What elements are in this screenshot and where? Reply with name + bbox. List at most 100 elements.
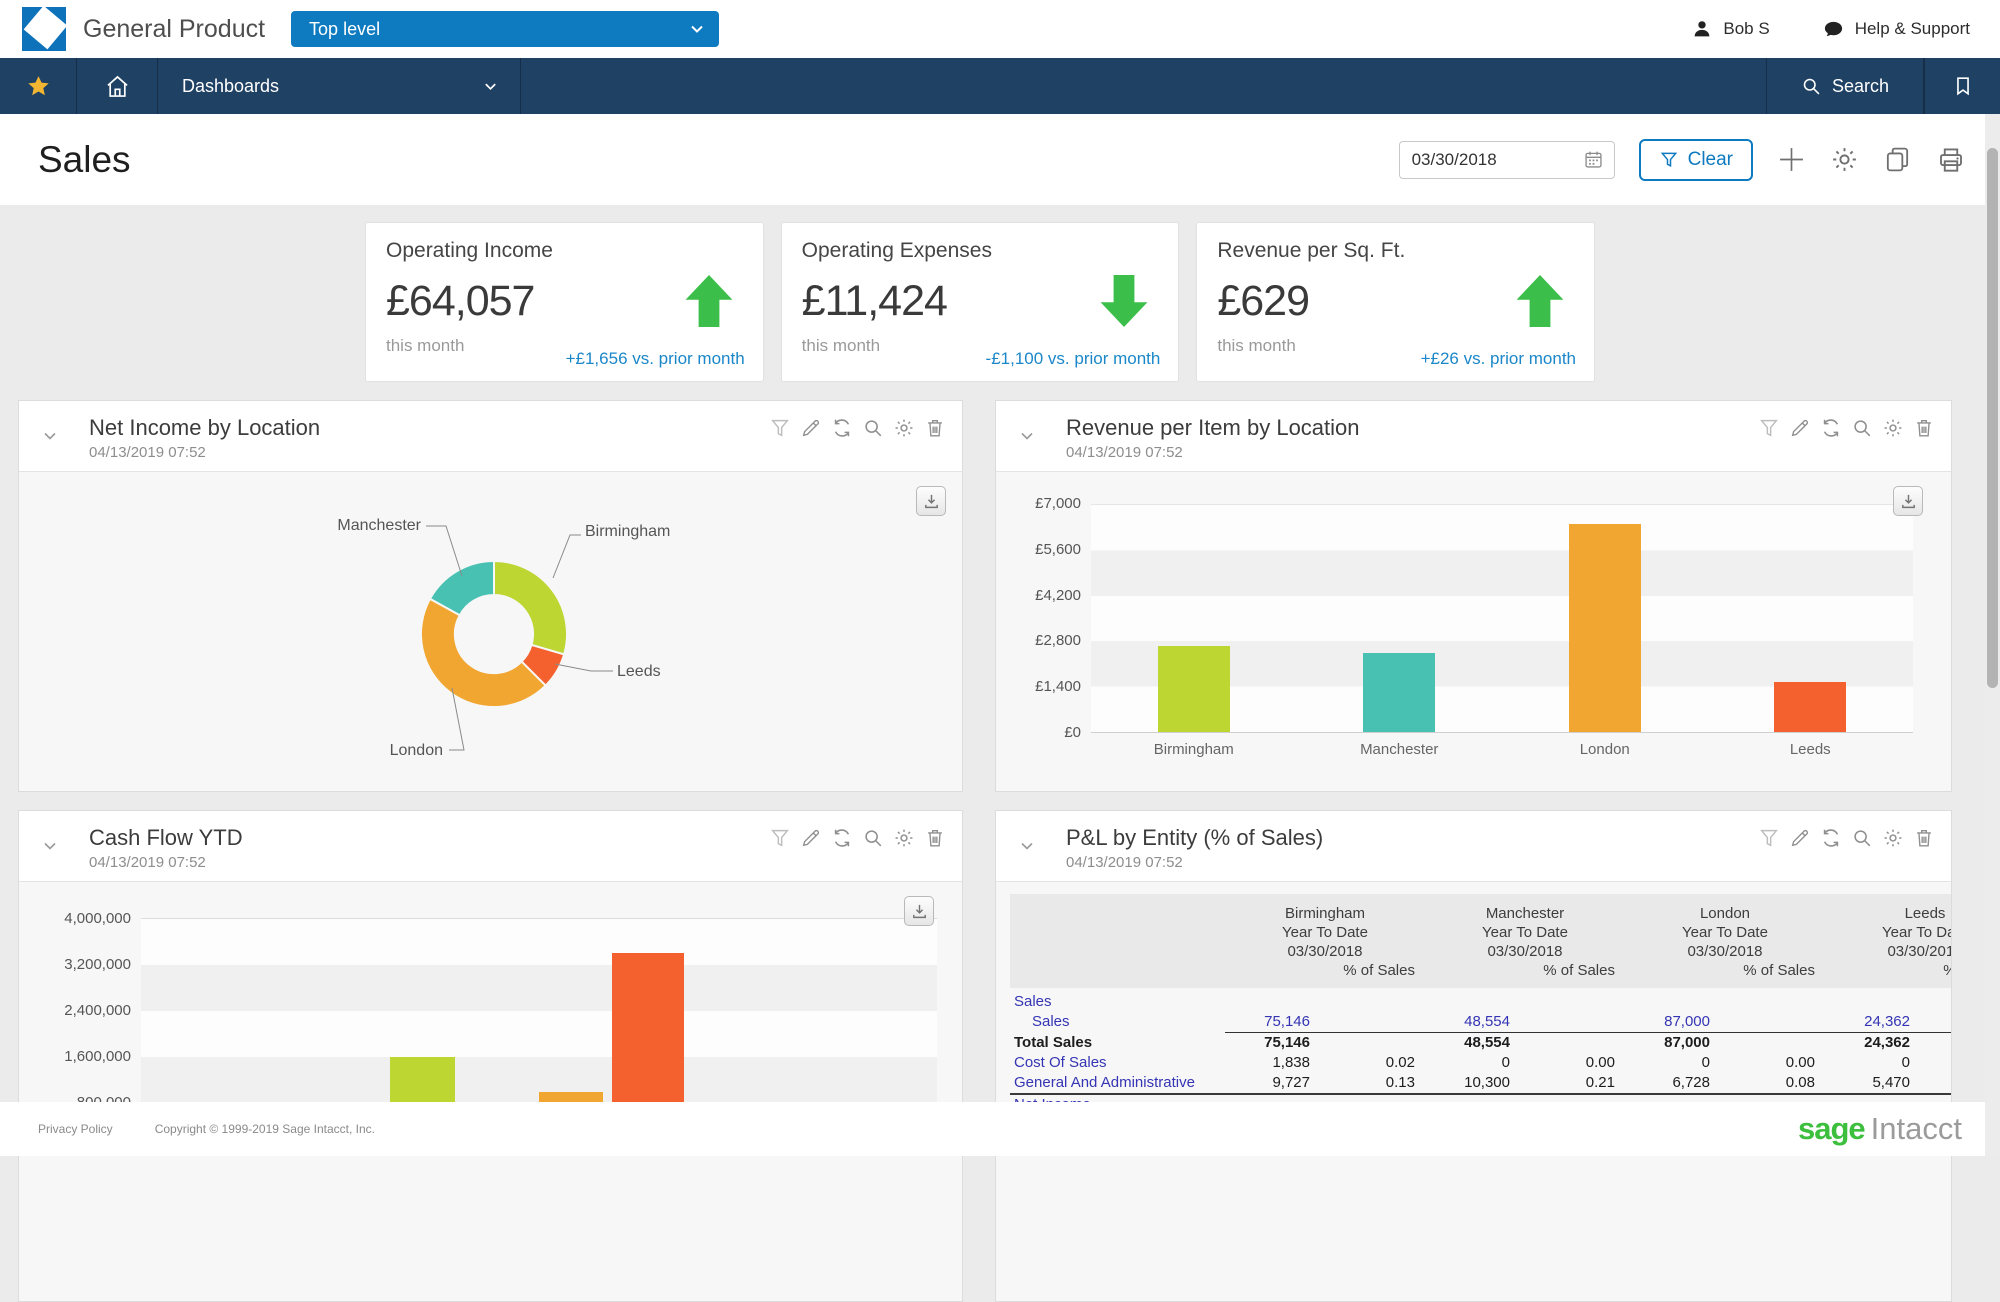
panel-settings-icon[interactable] [893,827,915,849]
panel-refresh-icon[interactable] [1820,827,1842,849]
home-button[interactable] [77,58,158,114]
intacct-logo-text: Intacct [1870,1111,1962,1146]
date-filter-field[interactable] [1398,140,1615,179]
pnl-column-group-leeds: LeedsYear To Date03/30/2018% of Sales [1882,905,1951,979]
pnl-account-link[interactable]: Cost Of Sales [1010,1053,1225,1073]
pnl-cell [1720,1033,1825,1053]
pnl-cell: 0 [1701,1054,1710,1071]
download-button[interactable] [904,896,934,926]
y-tick-label: £2,800 [1035,632,1081,650]
star-icon [26,74,51,99]
panel-delete-icon[interactable] [924,417,946,439]
pnl-cell [1320,1033,1425,1053]
collapse-chevron-icon[interactable] [1018,837,1036,855]
panel-refresh-icon[interactable] [831,827,853,849]
bar-manchester[interactable] [1363,652,1436,732]
print-button[interactable] [1936,145,1966,175]
help-support[interactable]: Help & Support [1822,18,1970,41]
copyright-text: Copyright © 1999-2019 Sage Intacct, Inc. [154,1122,375,1136]
panel-filter-icon[interactable] [769,417,791,439]
pnl-row-sales: Sales 75,146 48,554 87,000 24,362 [1010,1012,1951,1033]
kpi-delta-link[interactable]: +£26 vs. prior month [1421,349,1576,369]
collapse-chevron-icon[interactable] [41,427,59,445]
pnl-cell [1425,992,1520,1012]
panel-delete-icon[interactable] [924,827,946,849]
panel-filter-icon[interactable] [769,827,791,849]
date-filter-input[interactable] [1411,149,1562,170]
entity-selector-button[interactable]: Top level [291,11,720,47]
panel-edit-icon[interactable] [1789,417,1811,439]
panel-pnl-by-entity: P&L by Entity (% of Sales) 04/13/2019 07… [995,810,1952,1302]
revenue-chart-x-axis: Birmingham Manchester London Leeds [1091,741,1913,758]
duplicate-dashboard-button[interactable] [1883,145,1912,174]
dashboards-menu[interactable]: Dashboards [158,58,521,114]
pnl-cell: 5,470 [1872,1074,1910,1091]
bar-birmingham[interactable] [1157,646,1230,732]
panel-zoom-icon[interactable] [1851,827,1873,849]
panel-refresh-icon[interactable] [1820,417,1842,439]
clear-filter-button[interactable]: Clear [1638,138,1753,181]
donut-callout-line [426,525,463,577]
collapse-chevron-icon[interactable] [1018,427,1036,445]
donut-slice-london[interactable] [419,597,548,709]
pnl-cell [1520,1033,1625,1053]
bookmark-button[interactable] [1924,58,2000,114]
panel-timestamp: 04/13/2019 07:52 [1066,854,1183,871]
pnl-cell [1920,1053,1951,1073]
pnl-account-link[interactable]: General And Administrative [1010,1073,1225,1093]
pnl-account-link[interactable]: Sales [1010,992,1225,1012]
bar-leeds[interactable] [1774,681,1847,732]
pnl-cell[interactable]: 87,000 [1625,1012,1720,1033]
company-logo [22,7,66,51]
pnl-cell: 0.00 [1785,1054,1815,1071]
pnl-account-link[interactable]: Sales [1010,1012,1225,1033]
panel-settings-icon[interactable] [893,417,915,439]
scrollbar-thumb[interactable] [1987,148,1998,688]
bar-london[interactable] [1568,524,1641,732]
pnl-row-general-and-administrative: General And Administrative 9,727 0.13 10,30… [1010,1073,1951,1093]
privacy-policy-link[interactable]: Privacy Policy [38,1122,113,1136]
pnl-cell [1920,1012,1951,1033]
user-menu[interactable]: Bob S [1691,18,1770,40]
panel-edit-icon[interactable] [800,417,822,439]
y-tick-label: £4,200 [1035,586,1081,604]
pnl-cell[interactable]: 48,554 [1425,1012,1520,1033]
dashboard-settings-button[interactable] [1830,145,1859,174]
download-button[interactable] [916,486,946,516]
kpi-operating-expenses: Operating Expenses £11,424 this month -£… [780,222,1180,382]
pnl-cell[interactable]: 75,146 [1225,1012,1320,1033]
pnl-cell [1520,1012,1625,1033]
kpi-delta-link[interactable]: -£1,100 vs. prior month [986,349,1161,369]
favorites-button[interactable] [0,58,77,114]
panel-zoom-icon[interactable] [862,827,884,849]
donut-slice-birmingham[interactable] [493,559,569,656]
panel-filter-icon[interactable] [1758,417,1780,439]
panel-cash-flow-ytd: Cash Flow YTD 04/13/2019 07:52 4,000,000… [18,810,963,1302]
panel-filter-icon[interactable] [1758,827,1780,849]
collapse-chevron-icon[interactable] [41,837,59,855]
add-widget-button[interactable] [1777,145,1806,174]
panel-toolbar [769,417,946,439]
kpi-operating-income: Operating Income £64,057 this month +£1,… [365,222,764,382]
donut-label-leeds: Leeds [617,663,661,680]
panel-edit-icon[interactable] [800,827,822,849]
panel-settings-icon[interactable] [1882,827,1904,849]
calendar-icon[interactable] [1583,149,1604,170]
download-button[interactable] [1893,486,1923,516]
search-label: Search [1831,75,1890,96]
panel-refresh-icon[interactable] [831,417,853,439]
pnl-cell[interactable]: 24,362 [1825,1012,1920,1033]
pnl-cell [1225,992,1320,1012]
vertical-scrollbar[interactable] [1985,114,2000,1156]
panel-zoom-icon[interactable] [1851,417,1873,439]
panel-zoom-icon[interactable] [862,417,884,439]
panel-settings-icon[interactable] [1882,417,1904,439]
kpi-title: Operating Expenses [801,239,992,262]
panel-delete-icon[interactable] [1913,827,1935,849]
search-button[interactable]: Search [1766,58,1924,114]
panel-edit-icon[interactable] [1789,827,1811,849]
chat-bubble-icon [1822,18,1845,41]
pnl-cell: 0.02 [1385,1054,1415,1071]
kpi-delta-link[interactable]: +£1,656 vs. prior month [566,349,745,369]
panel-delete-icon[interactable] [1913,417,1935,439]
